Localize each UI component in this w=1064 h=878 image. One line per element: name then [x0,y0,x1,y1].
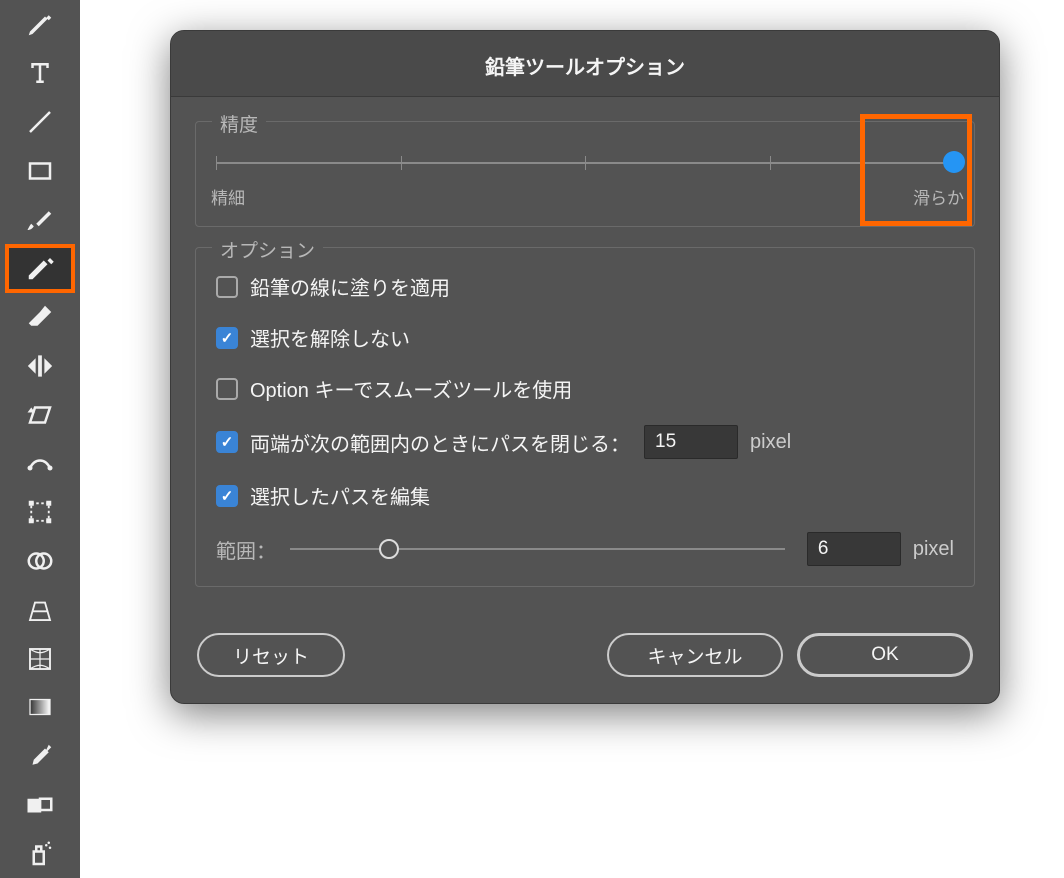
mesh-tool[interactable] [5,634,75,683]
brush-tool[interactable] [5,195,75,244]
eraser-tool[interactable] [5,293,75,342]
within-range-thumb[interactable] [379,539,399,559]
shear-tool[interactable] [5,390,75,439]
blend-tool-icon [25,790,55,820]
highlight-box [860,114,972,226]
pencil-tool[interactable] [5,244,75,293]
fill-new-strokes-row: 鉛筆の線に塗りを適用 [216,272,954,301]
fill-new-strokes-label: 鉛筆の線に塗りを適用 [250,272,450,301]
edit-selected-checkbox[interactable] [216,485,238,507]
close-paths-checkbox[interactable] [216,431,238,453]
close-paths-input[interactable] [644,425,738,459]
keep-selected-label: 選択を解除しない [250,323,410,352]
within-range-unit: pixel [913,538,954,561]
shear-tool-icon [25,400,55,430]
option-smooth-label: Option キーでスムーズツールを使用 [250,374,572,403]
brush-tool-icon [25,205,55,235]
dialog-title: 鉛筆ツールオプション [171,31,999,97]
slider-tick [216,156,217,170]
cancel-button[interactable]: キャンセル [607,633,783,677]
close-paths-label: 両端が次の範囲内のときにパスを閉じる： [250,428,630,457]
gradient-tool-icon [25,692,55,722]
eyedropper-tool-icon [25,741,55,771]
toolbar [0,0,80,878]
line-tool-icon [25,107,55,137]
dialog-button-row: リセット キャンセル OK [171,619,999,703]
type-tool-icon [25,58,55,88]
perspective-tool[interactable] [5,585,75,634]
within-range-row: 範囲： pixel [216,532,954,566]
symbol-spray-tool[interactable] [5,829,75,878]
within-range-input[interactable] [807,532,901,566]
shape-builder-tool-icon [25,546,55,576]
mesh-tool-icon [25,644,55,674]
option-smooth-checkbox[interactable] [216,378,238,400]
options-group-label: オプション [212,236,323,263]
reflect-tool[interactable] [5,342,75,391]
blend-tool[interactable] [5,781,75,830]
edit-selected-row: 選択したパスを編集 [216,481,954,510]
close-paths-unit: pixel [750,431,791,454]
keep-selected-checkbox[interactable] [216,327,238,349]
keep-selected-row: 選択を解除しない [216,323,954,352]
pen-tool[interactable] [5,0,75,49]
slider-tick [585,156,586,170]
gradient-tool[interactable] [5,683,75,732]
options-group: オプション 鉛筆の線に塗りを適用 選択を解除しない Option キーでスムーズ… [195,247,975,587]
line-tool[interactable] [5,98,75,147]
shape-builder-tool[interactable] [5,537,75,586]
ok-button[interactable]: OK [797,633,973,677]
eyedropper-tool[interactable] [5,732,75,781]
accuracy-slider[interactable]: 精細 滑らか [216,146,954,206]
rectangle-tool[interactable] [5,146,75,195]
fill-new-strokes-checkbox[interactable] [216,276,238,298]
width-tool-icon [25,448,55,478]
reset-button[interactable]: リセット [197,633,345,677]
accuracy-group-label: 精度 [212,110,266,137]
symbol-spray-tool-icon [25,839,55,869]
accuracy-left-label: 精細 [211,184,245,209]
within-range-label: 範囲： [216,535,276,564]
free-transform-tool-icon [25,497,55,527]
pencil-tool-icon [25,253,55,283]
free-transform-tool[interactable] [5,488,75,537]
pen-tool-icon [25,9,55,39]
slider-tick [401,156,402,170]
eraser-tool-icon [25,302,55,332]
option-smooth-row: Option キーでスムーズツールを使用 [216,374,954,403]
width-tool[interactable] [5,439,75,488]
range-track [290,548,785,550]
accuracy-group: 精度 精細 滑らか [195,121,975,227]
type-tool[interactable] [5,49,75,98]
perspective-tool-icon [25,595,55,625]
slider-tick [770,156,771,170]
edit-selected-label: 選択したパスを編集 [250,481,430,510]
rectangle-tool-icon [25,156,55,186]
within-range-slider[interactable] [290,537,785,561]
close-paths-row: 両端が次の範囲内のときにパスを閉じる： pixel [216,425,954,459]
reflect-tool-icon [25,351,55,381]
pencil-tool-options-dialog: 鉛筆ツールオプション 精度 精細 滑らか オプション 鉛筆の線 [170,30,1000,704]
